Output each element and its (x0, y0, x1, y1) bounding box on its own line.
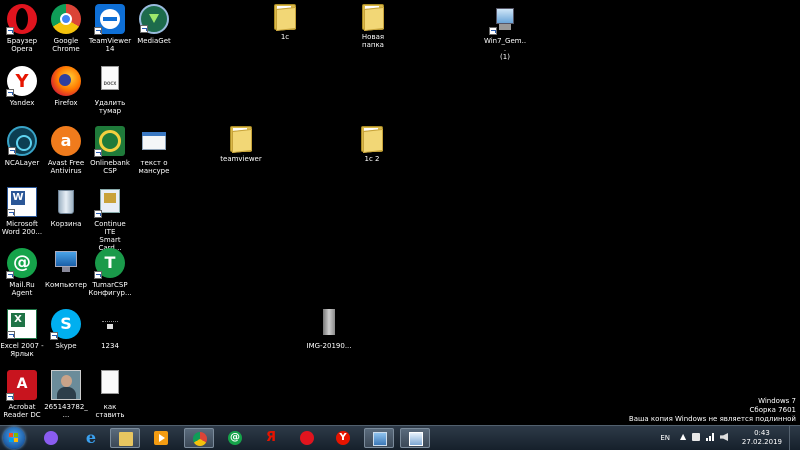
taskbar-media-player[interactable] (146, 428, 176, 448)
desktop-icon-1234[interactable]: 1234 (88, 309, 132, 350)
taskbar: e @ Я Y EN ▲ 0:43 27.02.2019 (0, 425, 800, 450)
desktop-icon-kak-stavit[interactable]: как ставить (88, 370, 132, 419)
desktop-icon-chrome[interactable]: Google Chrome (44, 4, 88, 53)
taskbar-window-app[interactable] (400, 428, 430, 448)
smart-card-icon (94, 187, 125, 218)
word-icon: W (7, 187, 37, 217)
recycle-bin-icon (51, 187, 81, 217)
desktop-icon-word[interactable]: W Microsoft Word 200... (0, 187, 44, 236)
acrobat-icon: A (6, 370, 37, 401)
desktop-icon-skype[interactable]: S Skype (44, 309, 88, 350)
folder-icon (361, 126, 383, 154)
clock[interactable]: 0:43 27.02.2019 (742, 429, 782, 447)
desktop-icon-img[interactable]: IMG-20190... (306, 309, 352, 350)
desktop-icon-acrobat[interactable]: A Acrobat Reader DC (0, 370, 44, 419)
taskbar-opera[interactable] (292, 428, 322, 448)
desktop-icon-onlinebank[interactable]: Onlinebank CSP (88, 126, 132, 175)
mailru-agent-icon: @ (6, 248, 37, 279)
avast-icon: a (51, 126, 81, 156)
desktop-icon-photo[interactable]: 265143782_... (44, 370, 88, 419)
computer-icon (51, 248, 81, 278)
text-document-icon (139, 126, 169, 156)
opera-icon (6, 4, 37, 35)
taskbar-mailru-agent[interactable]: @ (220, 428, 250, 448)
desktop-icon-delete-tumar[interactable]: DOCX Удалить тумар (88, 66, 132, 115)
desktop-icon-continue-ite[interactable]: Continue ITE Smart Card... (88, 187, 132, 252)
show-hidden-icons[interactable]: ▲ (680, 433, 688, 441)
desktop-icon-text-mansur[interactable]: текст о мансуре (132, 126, 176, 175)
microphone-icon (44, 431, 58, 445)
ncalayer-icon (7, 126, 37, 156)
folder-icon (274, 4, 296, 32)
start-button[interactable] (3, 427, 25, 449)
windows-logo-icon (9, 433, 19, 443)
document-icon (95, 370, 125, 400)
watermark-build: Сборка 7601 (749, 406, 797, 414)
watermark-genuine-warning: Ваша копия Windows не является подлинной (628, 415, 796, 423)
folder-icon (362, 4, 384, 32)
firefox-icon (51, 66, 81, 96)
docx-file-icon: DOCX (95, 66, 125, 96)
yandex-icon: Y (6, 66, 37, 97)
internet-explorer-icon: e (85, 428, 97, 447)
desktop-icon-new-folder[interactable]: Новая папка (350, 4, 396, 49)
chrome-icon (193, 432, 207, 446)
taskbar-alice-assistant[interactable] (36, 428, 66, 448)
desktop-icon-mailru[interactable]: @ Mail.Ru Agent (0, 248, 44, 297)
excel-icon: X (7, 309, 37, 339)
taskbar-explorer[interactable] (110, 428, 140, 448)
window-icon (409, 432, 423, 446)
desktop-icon-opera[interactable]: Браузер Opera (0, 4, 44, 53)
desktop-icon-yandex[interactable]: Y Yandex (0, 66, 44, 107)
media-player-icon (154, 431, 168, 445)
taskbar-chrome[interactable] (184, 428, 214, 448)
chrome-icon (51, 4, 81, 34)
desktop-icon-win7-gem[interactable]: Win7_Gem... (1) (483, 4, 527, 61)
taskbar-yandex[interactable]: Y (328, 428, 358, 448)
skype-icon: S (50, 309, 81, 340)
mediaget-icon (139, 4, 169, 34)
desktop: Браузер Opera Y Yandex NCALayer W Micros… (0, 0, 800, 425)
tumarcsp-icon: T (94, 248, 125, 279)
desktop-icon-computer[interactable]: Компьютер (44, 248, 88, 289)
desktop-icon-firefox[interactable]: Firefox (44, 66, 88, 107)
show-desktop-button[interactable] (789, 426, 800, 450)
language-indicator[interactable]: EN (660, 434, 670, 442)
desktop-icon-teamviewer-folder[interactable]: teamviewer (219, 126, 263, 163)
network-status-icon[interactable] (706, 433, 714, 441)
desktop-icon-avast[interactable]: a Avast Free Antivirus (44, 126, 88, 175)
system-tray: EN ▲ 0:43 27.02.2019 (650, 426, 800, 450)
desktop-icon-excel[interactable]: X Excel 2007 - Ярлык (0, 309, 44, 358)
desktop-icon-folder-1c2[interactable]: 1c 2 (350, 126, 394, 163)
clock-date: 27.02.2019 (741, 438, 782, 446)
opera-icon (300, 431, 314, 445)
desktop-icon-tumarcsp[interactable]: T TumarCSP Конфигур... (88, 248, 132, 297)
yandex-icon: Я (265, 430, 276, 445)
installer-icon (489, 4, 520, 35)
teamviewer-icon (94, 4, 125, 35)
image-file-icon (314, 309, 344, 339)
desktop-icon-ncalayer[interactable]: NCALayer (0, 126, 44, 167)
desktop-icon-recycle-bin[interactable]: Корзина (44, 187, 88, 228)
file-1234-icon (95, 309, 125, 339)
clock-time: 0:43 (754, 429, 770, 437)
taskbar-yandex-browser[interactable]: Я (256, 428, 286, 448)
network-icon (373, 432, 387, 446)
volume-icon[interactable] (720, 433, 728, 441)
flag-icon[interactable] (692, 433, 700, 441)
folder-icon (230, 126, 252, 154)
desktop-icon-mediaget[interactable]: MediaGet (132, 4, 176, 45)
onlinebank-icon (94, 126, 125, 157)
taskbar-network-app[interactable] (364, 428, 394, 448)
photo-thumbnail-icon (51, 370, 81, 400)
watermark-os: Windows 7 (758, 397, 796, 405)
taskbar-internet-explorer[interactable]: e (76, 428, 106, 448)
mailru-agent-icon: @ (228, 431, 242, 445)
yandex-icon: Y (336, 431, 350, 445)
folder-icon (119, 432, 133, 446)
desktop-icon-teamviewer14[interactable]: TeamViewer 14 (88, 4, 132, 53)
windows-watermark: Windows 7 Сборка 7601 Ваша копия Windows… (629, 397, 796, 424)
desktop-icon-folder-1c[interactable]: 1c (263, 4, 307, 41)
